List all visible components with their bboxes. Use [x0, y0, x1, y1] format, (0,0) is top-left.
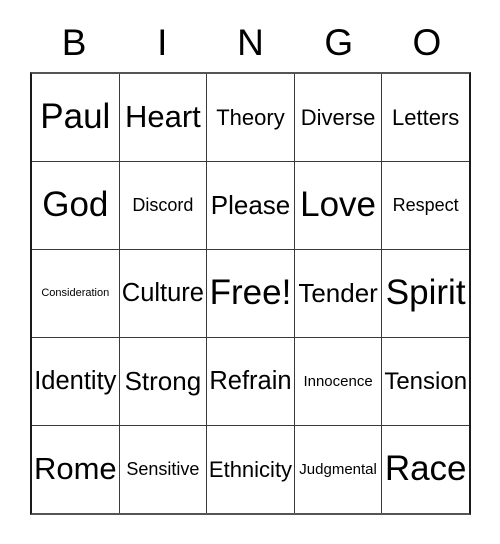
bingo-cell-n2[interactable]: Please — [207, 162, 295, 249]
bingo-cell-b4[interactable]: Identity — [32, 338, 120, 425]
bingo-header-row: B I N G O — [30, 14, 471, 70]
bingo-row-1: Paul Heart Theory Diverse Letters — [32, 74, 469, 162]
bingo-cell-label: Sensitive — [126, 459, 200, 480]
bingo-cell-label: Tension — [384, 367, 468, 395]
header-letter-b: B — [61, 21, 87, 63]
bingo-row-5: Rome Sensitive Ethnicity Judgmental Race — [32, 426, 469, 513]
bingo-row-2: God Discord Please Love Respect — [32, 162, 469, 250]
bingo-cell-label: Innocence — [303, 372, 373, 390]
bingo-cell-g5[interactable]: Judgmental — [294, 426, 383, 513]
bingo-cell-label: Respect — [392, 195, 459, 216]
bingo-cell-i5[interactable]: Sensitive — [119, 426, 208, 513]
bingo-cell-label: Diverse — [300, 104, 376, 130]
header-letter-o: O — [412, 21, 442, 63]
bingo-cell-o5[interactable]: Race — [382, 426, 469, 513]
bingo-cell-i4[interactable]: Strong — [119, 338, 208, 425]
bingo-cell-label: Identity — [34, 367, 117, 396]
bingo-cell-free-space[interactable]: Free! — [207, 250, 295, 337]
bingo-cell-o3[interactable]: Spirit — [382, 250, 469, 337]
header-letter-n: N — [237, 21, 264, 63]
bingo-cell-label: Love — [300, 185, 377, 225]
bingo-cell-label: Culture — [121, 279, 204, 308]
bingo-cell-g1[interactable]: Diverse — [294, 74, 383, 161]
bingo-cell-b3[interactable]: Consideration — [32, 250, 120, 337]
bingo-row-3: Consideration Culture Free! Tender Spiri… — [32, 250, 469, 338]
bingo-cell-g4[interactable]: Innocence — [294, 338, 383, 425]
bingo-cell-label: Letters — [392, 104, 460, 130]
header-letter-g: G — [324, 21, 354, 63]
bingo-cell-o4[interactable]: Tension — [382, 338, 469, 425]
bingo-row-4: Identity Strong Refrain Innocence Tensio… — [32, 338, 469, 426]
bingo-cell-label: Ethnicity — [208, 456, 293, 482]
bingo-cell-label: Judgmental — [299, 460, 377, 478]
bingo-cell-b1[interactable]: Paul — [32, 74, 120, 161]
bingo-cell-o1[interactable]: Letters — [382, 74, 469, 161]
bingo-cell-i1[interactable]: Heart — [119, 74, 208, 161]
bingo-cell-label: Heart — [124, 99, 201, 135]
bingo-cell-label: Discord — [132, 195, 194, 216]
bingo-cell-label: Strong — [124, 365, 202, 396]
bingo-cell-i2[interactable]: Discord — [119, 162, 208, 249]
bingo-cell-n4[interactable]: Refrain — [207, 338, 295, 425]
bingo-cell-n5[interactable]: Ethnicity — [207, 426, 295, 513]
bingo-cell-label: Rome — [33, 451, 117, 487]
bingo-cell-label: Paul — [40, 97, 111, 137]
bingo-cell-label: Refrain — [209, 367, 292, 396]
bingo-cell-o2[interactable]: Respect — [382, 162, 469, 249]
bingo-cell-label: Please — [210, 189, 291, 220]
bingo-cell-label: Spirit — [385, 273, 466, 313]
bingo-cell-label: Consideration — [41, 286, 110, 299]
free-space-label: Free! — [209, 273, 292, 313]
bingo-cell-g2[interactable]: Love — [294, 162, 383, 249]
bingo-cell-i3[interactable]: Culture — [119, 250, 208, 337]
header-letter-i: I — [157, 21, 168, 63]
bingo-cell-label: Tender — [298, 277, 378, 308]
bingo-cell-n1[interactable]: Theory — [207, 74, 295, 161]
bingo-cell-b2[interactable]: God — [32, 162, 120, 249]
bingo-cell-g3[interactable]: Tender — [294, 250, 383, 337]
bingo-cell-b5[interactable]: Rome — [32, 426, 120, 513]
bingo-grid: Paul Heart Theory Diverse Letters God Di… — [30, 72, 471, 515]
bingo-cell-label: Race — [384, 449, 467, 489]
bingo-cell-label: Theory — [216, 104, 285, 130]
bingo-card: B I N G O Paul Heart Theory Diverse Lett… — [0, 0, 500, 544]
bingo-cell-label: God — [42, 185, 109, 225]
